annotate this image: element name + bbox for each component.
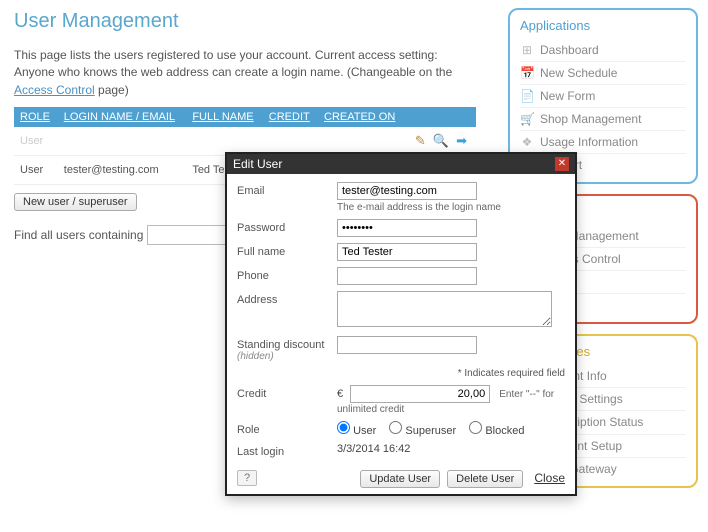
usage-icon: ❖ [520, 135, 534, 149]
search-label: Find all users containing [14, 228, 143, 242]
role-user-radio[interactable] [337, 421, 350, 434]
fullname-label: Full name [237, 243, 337, 258]
lastlogin-value: 3/3/2014 16:42 [337, 443, 565, 455]
col-credit[interactable]: CREDIT [263, 107, 318, 127]
delete-user-button[interactable]: Delete User [447, 470, 523, 488]
password-field[interactable] [337, 219, 477, 237]
address-label: Address [237, 291, 337, 306]
cart-icon: 🛒 [520, 112, 534, 126]
cell-role: User [14, 127, 58, 156]
sidebar-item-usage[interactable]: ❖ Usage Information [520, 130, 686, 153]
close-icon[interactable]: ✕ [555, 157, 569, 171]
applications-title: Applications [520, 18, 686, 33]
address-field[interactable] [337, 291, 552, 327]
edit-user-dialog: Edit User ✕ Email The e-mail address is … [225, 152, 577, 496]
role-blocked-radio[interactable] [469, 421, 482, 434]
role-user-option[interactable]: User [337, 425, 376, 437]
sidebar-item-label: New Form [540, 89, 595, 103]
credit-label: Credit [237, 385, 337, 400]
discount-label: Standing discount (hidden) [237, 336, 337, 362]
required-note: * Indicates required field [237, 368, 565, 379]
discount-field[interactable] [337, 336, 477, 354]
access-control-link[interactable]: Access Control [14, 83, 95, 97]
cell-role: User [14, 156, 58, 185]
col-fullname[interactable]: FULL NAME [186, 107, 262, 127]
dashboard-icon: ⊞ [520, 43, 534, 57]
role-blocked-option[interactable]: Blocked [469, 425, 524, 437]
arrow-icon[interactable]: ➡ [456, 133, 467, 149]
role-super-option[interactable]: Superuser [389, 425, 456, 437]
search-icon[interactable]: 🔍 [433, 133, 449, 149]
role-label: Role [237, 421, 337, 436]
sidebar-item-shop[interactable]: 🛒 Shop Management [520, 107, 686, 130]
currency-symbol: € [337, 388, 343, 400]
sidebar-item-dashboard[interactable]: ⊞ Dashboard [520, 39, 686, 61]
credit-field[interactable] [350, 385, 490, 403]
close-link[interactable]: Close [534, 471, 565, 485]
sidebar-item-new-form[interactable]: 📄 New Form [520, 84, 686, 107]
search-input[interactable] [147, 225, 227, 245]
cell-login: tester@testing.com [58, 156, 187, 185]
email-label: Email [237, 182, 337, 197]
update-user-button[interactable]: Update User [360, 470, 440, 488]
password-label: Password [237, 219, 337, 234]
lastlogin-label: Last login [237, 443, 337, 458]
sidebar-item-label: Shop Management [540, 112, 641, 126]
fullname-field[interactable] [337, 243, 477, 261]
calendar-icon: 📅 [520, 66, 534, 80]
intro-text: This page lists the users registered to … [14, 47, 476, 99]
phone-label: Phone [237, 267, 337, 282]
col-role[interactable]: ROLE [14, 107, 58, 127]
col-created[interactable]: CREATED ON [318, 107, 405, 127]
sidebar-item-label: Usage Information [540, 135, 638, 149]
sidebar-item-new-schedule[interactable]: 📅 New Schedule [520, 61, 686, 84]
discount-sub: (hidden) [237, 351, 337, 362]
new-user-button[interactable]: New user / superuser [14, 193, 137, 211]
role-super-radio[interactable] [389, 421, 402, 434]
edit-icon[interactable]: ✎ [415, 133, 426, 149]
dialog-title: Edit User [233, 157, 282, 171]
email-hint: The e-mail address is the login name [337, 202, 565, 213]
form-icon: 📄 [520, 89, 534, 103]
phone-field[interactable] [337, 267, 477, 285]
intro-prefix: This page lists the users registered to … [14, 48, 452, 79]
sidebar-item-label: Dashboard [540, 43, 599, 57]
help-icon[interactable]: ? [237, 470, 257, 486]
col-login[interactable]: LOGIN NAME / EMAIL [58, 107, 187, 127]
sidebar-item-label: New Schedule [540, 66, 617, 80]
email-field[interactable] [337, 182, 477, 200]
cell-login [58, 127, 187, 156]
intro-suffix: page) [95, 83, 129, 97]
page-title: User Management [14, 10, 476, 33]
